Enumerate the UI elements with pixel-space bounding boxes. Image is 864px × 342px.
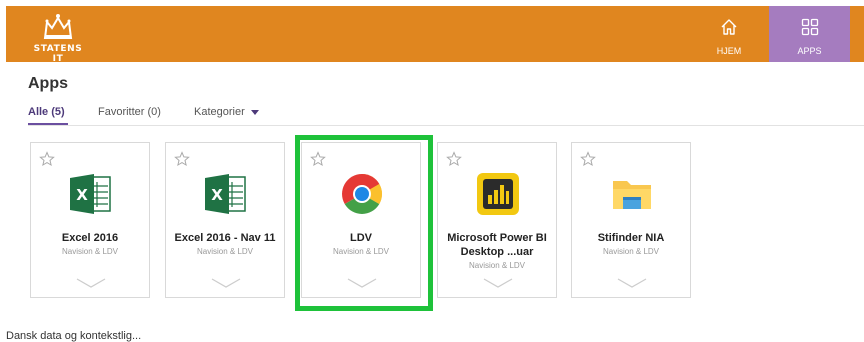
app-name: LDV [350, 232, 372, 244]
top-bar: STATENS IT HJEM APPS [6, 6, 864, 64]
app-name: Stifinder NIA [597, 232, 665, 244]
apps-grid-icon [801, 18, 818, 36]
nav-apps[interactable]: APPS [769, 6, 850, 62]
logo-text: STATENS IT [33, 44, 83, 64]
nav-hjem[interactable]: HJEM [696, 6, 762, 62]
tabs-divider [28, 125, 864, 126]
tab-kategorier[interactable]: Kategorier [194, 106, 259, 118]
home-icon [721, 19, 737, 35]
chevron-down-icon[interactable] [617, 278, 647, 288]
app-card-power-bi[interactable]: Microsoft Power BI Desktop ...uar Navisi… [437, 142, 557, 298]
app-name: Excel 2016 - Nav 11 [174, 232, 276, 244]
section-heading: Dansk data og kontekstlig... [6, 330, 142, 342]
page-title: Apps [28, 75, 68, 92]
tab-favoritter[interactable]: Favoritter (0) [98, 106, 161, 118]
app-category: Navision & LDV [61, 247, 119, 256]
favorite-star-icon[interactable] [310, 151, 326, 167]
svg-text:X: X [211, 186, 223, 204]
favorite-star-icon[interactable] [580, 151, 596, 167]
caret-down-icon [250, 109, 259, 115]
app-name: Excel 2016 [61, 232, 119, 244]
nav-hjem-label: HJEM [716, 46, 742, 56]
crown-icon [43, 14, 73, 39]
app-category: Navision & LDV [468, 261, 526, 270]
app-name: Microsoft Power BI Desktop ...uar [447, 232, 547, 258]
nav-apps-label: APPS [797, 46, 822, 56]
app-category: Navision & LDV [196, 247, 254, 256]
favorite-star-icon[interactable] [446, 151, 462, 167]
app-card-excel-2016[interactable]: X Excel 2016 Navision & LDV [30, 142, 150, 298]
tab-kategorier-label: Kategorier [194, 106, 245, 118]
favorite-star-icon[interactable] [174, 151, 190, 167]
chevron-down-icon[interactable] [211, 278, 241, 288]
chevron-down-icon[interactable] [483, 278, 513, 288]
app-card-stifinder-nia[interactable]: Stifinder NIA Navision & LDV [571, 142, 691, 298]
chevron-down-icon[interactable] [76, 278, 106, 288]
chevron-down-icon[interactable] [347, 278, 377, 288]
app-category: Navision & LDV [332, 247, 390, 256]
statens-it-logo[interactable]: STATENS IT [28, 12, 88, 64]
favorite-star-icon[interactable] [39, 151, 55, 167]
tab-alle[interactable]: Alle (5) [28, 106, 65, 118]
app-card-ldv[interactable]: LDV Navision & LDV [301, 142, 421, 298]
svg-text:X: X [76, 186, 88, 204]
excel-icon: X [70, 174, 111, 214]
chrome-icon [342, 174, 382, 214]
excel-icon: X [205, 174, 246, 214]
power-bi-icon [477, 173, 519, 215]
folder-icon [613, 181, 651, 209]
app-card-excel-2016-nav-11[interactable]: X Excel 2016 - Nav 11 Navision & LDV [165, 142, 285, 298]
app-category: Navision & LDV [602, 247, 660, 256]
